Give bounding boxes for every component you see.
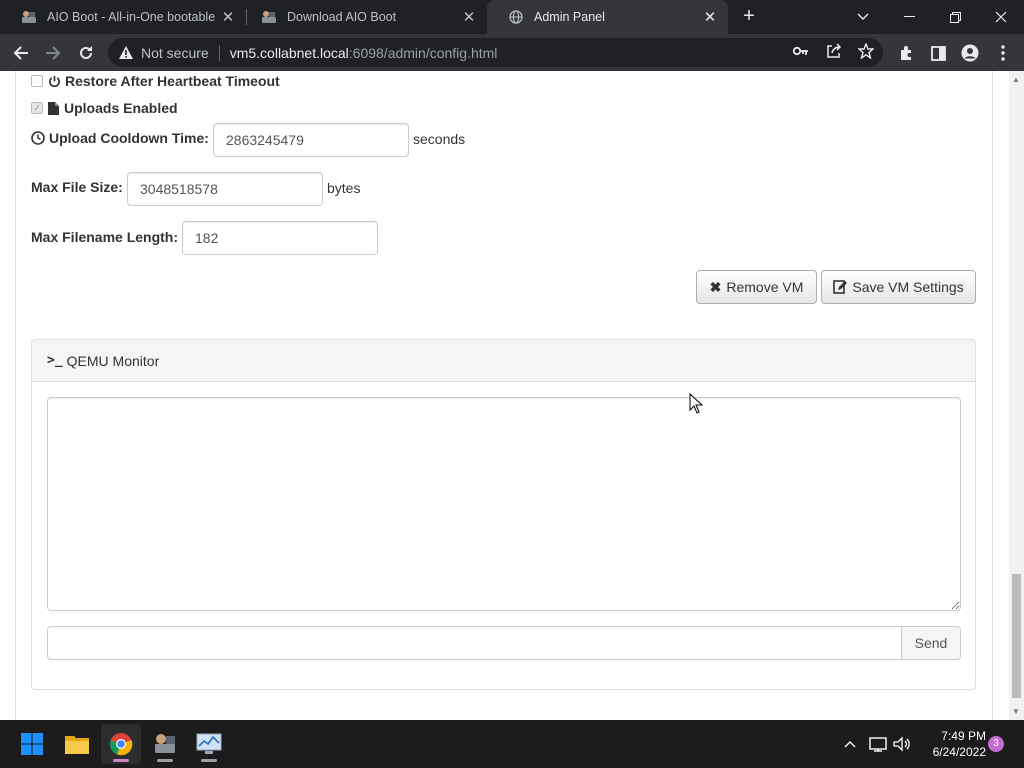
start-button[interactable] [12, 724, 52, 764]
uploads-enabled-checkbox[interactable]: ✓ [31, 102, 43, 114]
tab-title: Download AIO Boot [287, 10, 397, 24]
save-edit-icon [833, 280, 848, 294]
page-scrollbar[interactable]: ▲ ▼ [1009, 71, 1024, 720]
close-icon[interactable]: ✕ [459, 8, 479, 26]
save-vm-settings-button[interactable]: Save VM Settings [821, 270, 976, 304]
upload-cooldown-unit: seconds [413, 131, 466, 147]
new-tab-button[interactable]: + [738, 5, 760, 27]
restore-after-heartbeat-label: Restore After Heartbeat Timeout [65, 73, 280, 89]
address-divider [218, 44, 220, 61]
forward-button[interactable] [40, 40, 66, 66]
browser-toolbar: Not secure vm5.collabnet.local :6098/adm… [0, 34, 1024, 71]
remove-vm-button[interactable]: ✖ Remove VM [696, 270, 817, 304]
max-file-size-unit: bytes [327, 180, 361, 196]
file-explorer-icon[interactable] [57, 724, 97, 764]
globe-icon [507, 8, 525, 26]
uploads-enabled-row: ✓ Uploads Enabled [31, 100, 178, 116]
notification-badge[interactable]: 3 [988, 736, 1004, 752]
upload-cooldown-label: Upload Cooldown Time: [49, 130, 209, 146]
clock-date: 6/24/2022 [932, 745, 986, 759]
max-filename-length-input[interactable] [182, 221, 378, 255]
chrome-icon[interactable] [101, 724, 141, 764]
x-icon: ✖ [709, 278, 722, 295]
bookmark-star-icon[interactable] [856, 41, 876, 61]
key-icon[interactable] [791, 41, 811, 61]
max-file-size-label: Max File Size: [31, 179, 123, 195]
file-icon [48, 101, 59, 115]
extensions-icon[interactable] [893, 40, 919, 66]
tab-download-aio-boot[interactable]: Download AIO Boot ✕ [240, 0, 487, 34]
restore-after-heartbeat-checkbox[interactable] [31, 75, 43, 87]
page-viewport: Restore After Heartbeat Timeout ✓ Upload… [0, 71, 1024, 720]
upload-cooldown-input[interactable] [213, 123, 409, 157]
mouse-cursor-icon [689, 392, 704, 417]
restore-after-heartbeat-row: Restore After Heartbeat Timeout [31, 73, 280, 89]
send-button[interactable]: Send [901, 626, 961, 660]
close-window-button[interactable] [978, 0, 1024, 34]
max-file-size-input[interactable] [127, 172, 323, 206]
windows-taskbar: 7:49 PM 6/24/2022 [0, 720, 1024, 768]
terminal-icon: >_ [47, 353, 63, 368]
aio-boot-favicon [20, 8, 38, 26]
volume-icon[interactable] [891, 720, 913, 768]
tab-aio-boot[interactable]: AIO Boot - All-in-One bootable s ✕ [0, 0, 246, 34]
reload-button[interactable] [73, 40, 99, 66]
tab-title: Admin Panel [534, 10, 605, 24]
taskbar-clock[interactable]: 7:49 PM 6/24/2022 [916, 728, 986, 760]
minimize-button[interactable] [886, 0, 932, 34]
qemu-monitor-header: >_ QEMU Monitor [32, 340, 975, 382]
tab-admin-panel[interactable]: Admin Panel ✕ [487, 0, 728, 34]
power-icon [48, 75, 61, 88]
url-host: vm5.collabnet.local [229, 44, 349, 61]
address-bar[interactable]: Not secure vm5.collabnet.local :6098/adm… [108, 38, 883, 67]
upload-cooldown-label-row: Upload Cooldown Time: [31, 130, 209, 146]
clock-time: 7:49 PM [941, 729, 986, 743]
aio-boot-app-icon[interactable] [145, 724, 185, 764]
qemu-monitor-title: QEMU Monitor [66, 352, 160, 369]
back-button[interactable] [8, 40, 34, 66]
scroll-down-icon[interactable]: ▼ [1012, 707, 1020, 716]
profile-icon[interactable] [957, 40, 983, 66]
uploads-enabled-label: Uploads Enabled [64, 100, 178, 116]
clock-icon [31, 131, 45, 145]
tab-title: AIO Boot - All-in-One bootable s [47, 10, 218, 24]
restore-button[interactable] [932, 0, 978, 34]
warning-icon[interactable] [117, 44, 135, 62]
share-icon[interactable] [824, 41, 844, 61]
qemu-command-input[interactable] [47, 626, 903, 660]
url-path: :6098/admin/config.html [348, 44, 498, 61]
side-panel-icon[interactable] [925, 40, 951, 66]
security-label: Not secure [141, 44, 209, 61]
remove-vm-label: Remove VM [726, 279, 804, 295]
qemu-monitor-panel: >_ QEMU Monitor Send [31, 339, 976, 690]
max-filename-length-label: Max Filename Length: [31, 229, 179, 245]
menu-dots-icon[interactable] [990, 40, 1016, 66]
close-icon[interactable]: ✕ [700, 8, 720, 26]
monitor-app-icon[interactable] [189, 724, 229, 764]
scroll-up-icon[interactable]: ▲ [1012, 75, 1020, 84]
chevron-up-icon[interactable] [840, 720, 860, 768]
close-icon[interactable]: ✕ [218, 8, 238, 26]
save-vm-settings-label: Save VM Settings [852, 279, 964, 295]
scrollbar-thumb[interactable] [1012, 574, 1021, 698]
network-icon[interactable] [867, 720, 889, 768]
qemu-monitor-output[interactable] [47, 397, 961, 611]
tab-search-icon[interactable] [840, 0, 886, 34]
browser-tab-strip: AIO Boot - All-in-One bootable s ✕ Downl… [0, 0, 1024, 34]
aio-boot-favicon [260, 8, 278, 26]
